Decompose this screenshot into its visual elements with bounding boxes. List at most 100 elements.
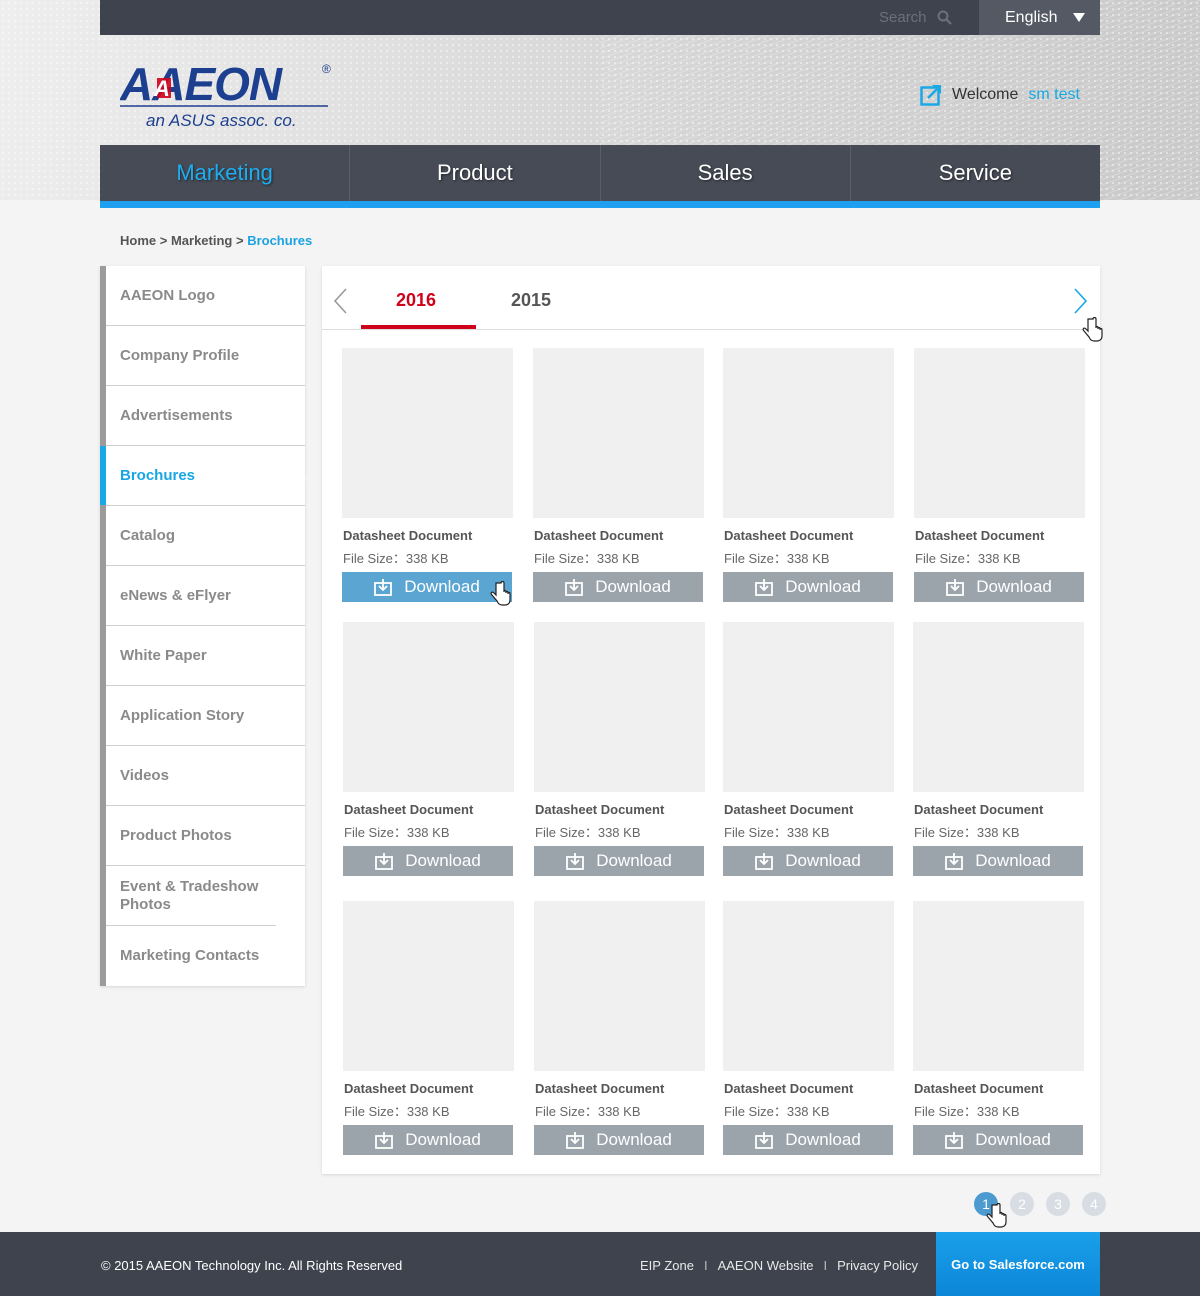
document-card: Datasheet Document File Size：338 KB Down… [342,348,513,602]
sidebar-item-brochures[interactable]: Brochures [100,446,314,506]
hand-cursor-icon [1082,317,1103,342]
download-button[interactable]: Download [913,846,1083,876]
sidebar-item-application-story[interactable]: Application Story [106,686,305,746]
caret-down-icon [1073,12,1086,22]
top-bar: Search English [100,0,1100,35]
document-thumbnail[interactable] [343,622,514,792]
download-label: Download [785,577,861,596]
language-label: English [1005,8,1058,26]
document-thumbnail[interactable] [723,622,894,792]
footer-link-privacy-policy[interactable]: Privacy Policy [837,1258,918,1273]
nav-item-sales[interactable]: Sales [601,145,851,201]
sidebar-item-advertisements[interactable]: Advertisements [106,386,305,446]
document-title: Datasheet Document [724,528,854,543]
document-size: File Size：338 KB [914,1104,1020,1119]
document-thumbnail[interactable] [534,901,705,1071]
breadcrumb-home[interactable]: Home [120,233,156,248]
download-button[interactable]: Download [342,572,512,602]
download-label: Download [595,577,671,596]
download-icon [945,853,964,870]
document-title: Datasheet Document [914,1081,1044,1096]
document-size: File Size：338 KB [724,1104,830,1119]
content-panel: 2016 2015 Datasheet Document File Size：3… [322,266,1100,1174]
document-title: Datasheet Document [724,1081,854,1096]
document-thumbnail[interactable] [723,348,894,518]
download-label: Download [976,577,1052,596]
download-icon [374,579,393,596]
chevron-left-icon[interactable] [332,288,352,314]
document-size: File Size：338 KB [344,1104,450,1119]
document-size: File Size：338 KB [914,825,1020,840]
sidebar-item-aaeon-logo[interactable]: AAEON Logo [106,266,305,326]
sidebar-item-videos[interactable]: Videos [106,746,305,806]
page-3-button[interactable]: 3 [1046,1192,1070,1216]
search-icon[interactable] [937,10,952,25]
search-box[interactable]: Search [879,0,952,35]
document-thumbnail[interactable] [723,901,894,1071]
document-thumbnail[interactable] [913,622,1084,792]
download-button[interactable]: Download [343,1125,513,1155]
download-label: Download [975,851,1051,870]
sidebar-item-enews-eflyer[interactable]: eNews & eFlyer [106,566,305,626]
document-thumbnail[interactable] [914,348,1085,518]
download-button[interactable]: Download [343,846,513,876]
tab-2015[interactable]: 2015 [511,290,551,311]
download-button[interactable]: Download [534,846,704,876]
sidebar-item-white-paper[interactable]: White Paper [106,626,305,686]
document-thumbnail[interactable] [533,348,704,518]
download-label: Download [405,851,481,870]
document-title: Datasheet Document [915,528,1045,543]
document-size: File Size：338 KB [343,551,449,566]
download-label: Download [785,851,861,870]
document-thumbnail[interactable] [342,348,513,518]
download-button[interactable]: Download [723,846,893,876]
sidebar-item-product-photos[interactable]: Product Photos [106,806,305,866]
download-label: Download [405,1130,481,1149]
page-2-button[interactable]: 2 [1010,1192,1034,1216]
download-button[interactable]: Download [723,572,893,602]
page-4-button[interactable]: 4 [1082,1192,1106,1216]
download-icon [375,853,394,870]
welcome-area: Welcome sm test [920,84,1080,106]
document-size: File Size：338 KB [724,551,830,566]
document-thumbnail[interactable] [534,622,705,792]
document-title: Datasheet Document [535,802,665,817]
document-thumbnail[interactable] [913,901,1084,1071]
sidebar-item-company-profile[interactable]: Company Profile [106,326,305,386]
document-title: Datasheet Document [344,1081,474,1096]
user-name[interactable]: sm test [1028,86,1080,104]
footer-links: EIP Zone I AAEON Website I Privacy Polic… [640,1258,918,1273]
download-button[interactable]: Download [914,572,1084,602]
welcome-label: Welcome [952,86,1019,103]
document-title: Datasheet Document [535,1081,665,1096]
svg-text:®: ® [322,62,331,76]
language-select[interactable]: English [979,0,1100,35]
download-button[interactable]: Download [723,1125,893,1155]
footer-link-aaeon-website[interactable]: AAEON Website [718,1258,814,1273]
document-thumbnail[interactable] [343,901,514,1071]
chevron-right-icon[interactable] [1070,288,1090,314]
breadcrumb-marketing[interactable]: Marketing [171,233,232,248]
search-input[interactable]: Search [879,9,927,26]
footer-link-eip-zone[interactable]: EIP Zone [640,1258,694,1273]
svg-text:A: A [153,76,170,101]
sidebar-item-marketing-contacts[interactable]: Marketing Contacts [106,926,305,986]
nav-item-product[interactable]: Product [350,145,601,201]
download-label: Download [596,1130,672,1149]
document-card: Datasheet Document File Size：338 KB Down… [533,348,704,602]
document-size: File Size：338 KB [724,825,830,840]
document-card: Datasheet Document File Size：338 KB Down… [914,348,1085,602]
document-title: Datasheet Document [724,802,854,817]
tab-2016[interactable]: 2016 [396,290,436,311]
download-icon [565,579,584,596]
download-button[interactable]: Download [533,572,703,602]
sidebar-item-event-tradeshow-photos[interactable]: Event & Tradeshow Photos [106,866,276,926]
external-link-icon[interactable] [920,84,942,106]
nav-item-marketing[interactable]: Marketing [100,145,351,201]
nav-item-service[interactable]: Service [851,145,1100,201]
aaeon-logo[interactable]: AAEON A ® an ASUS assoc. co. [119,58,340,130]
salesforce-button[interactable]: Go to Salesforce.com [936,1232,1100,1296]
download-button[interactable]: Download [534,1125,704,1155]
sidebar-item-catalog[interactable]: Catalog [106,506,305,566]
download-button[interactable]: Download [913,1125,1083,1155]
